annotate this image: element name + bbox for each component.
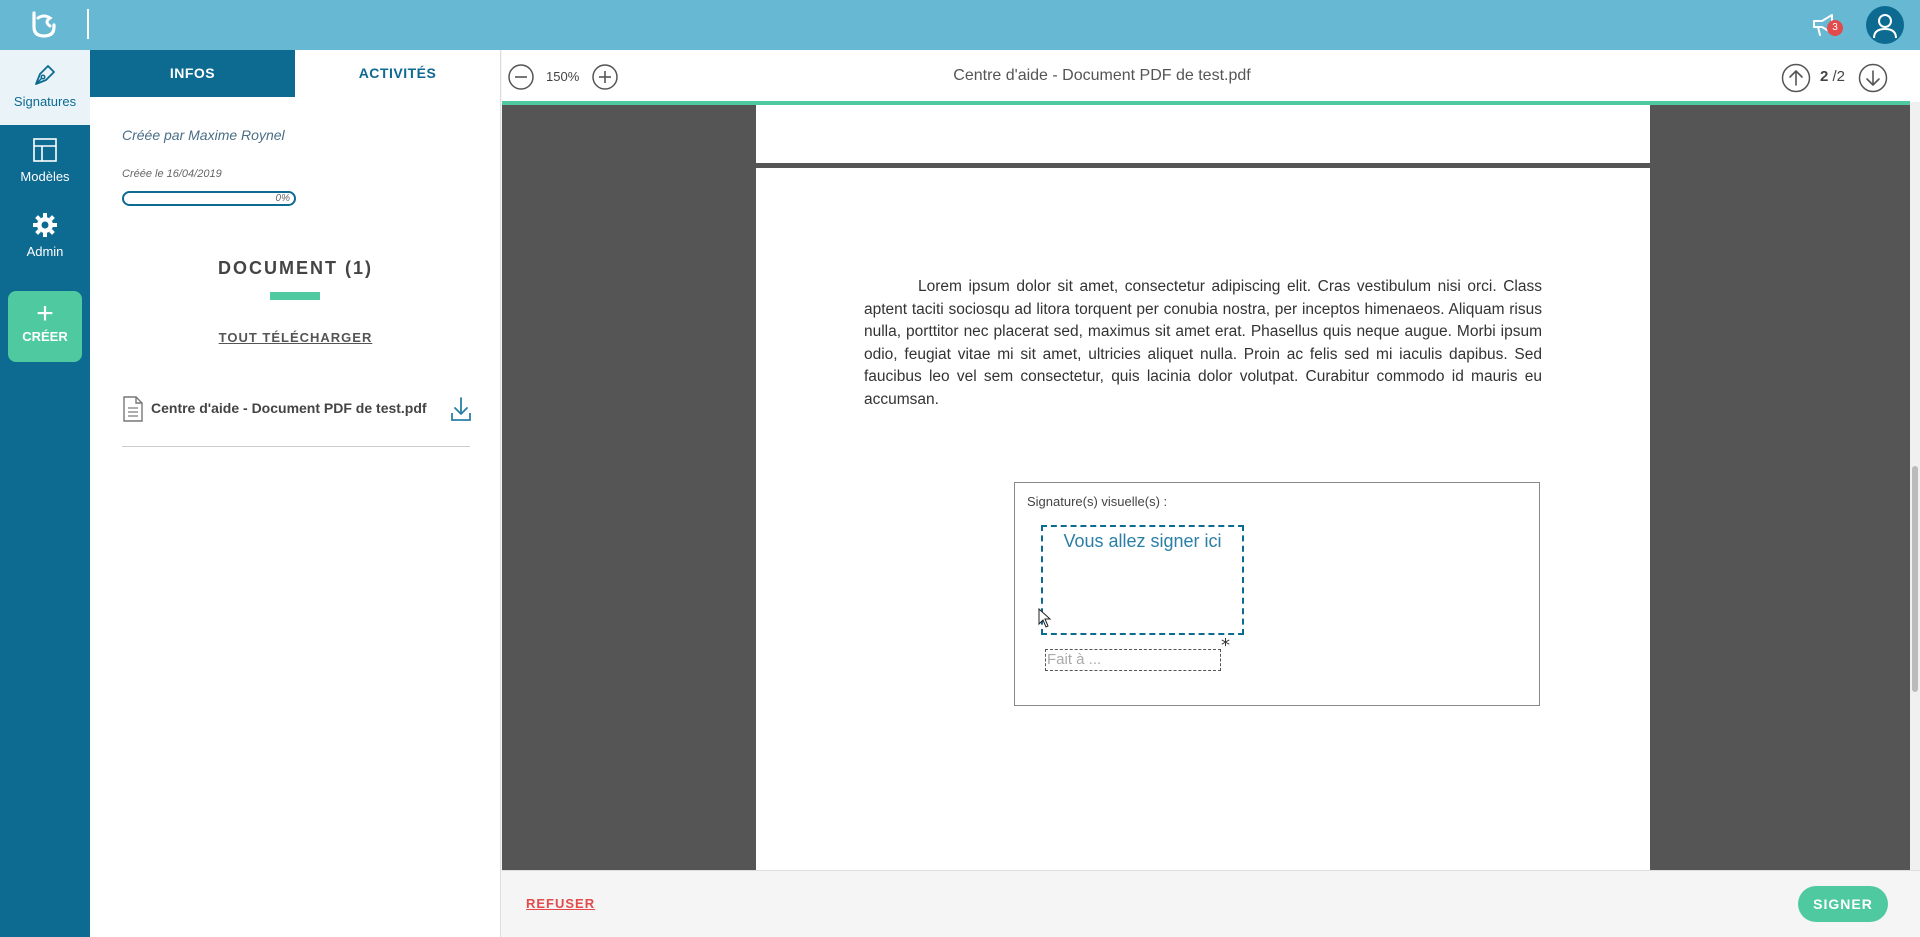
create-label: CRÉER (22, 329, 68, 344)
file-list-item[interactable]: Centre d'aide - Document PDF de test.pdf (122, 395, 472, 447)
top-bar: 3 (0, 0, 1920, 50)
notification-badge: 3 (1827, 20, 1843, 36)
zoom-out-icon[interactable] (508, 64, 534, 90)
nav-item-admin[interactable]: Admin (0, 200, 90, 275)
heading-accent-bar (270, 292, 320, 300)
file-name[interactable]: Centre d'aide - Document PDF de test.pdf (151, 400, 427, 416)
info-panel: INFOS ACTIVITÉS Créée par Maxime Roynel … (90, 50, 501, 937)
scrollbar-thumb[interactable] (1912, 466, 1918, 692)
left-navigation: Signatures Modèles Admin + CRÉER (0, 50, 90, 937)
created-by-text: Créée par Maxime Roynel (122, 127, 285, 143)
tab-infos[interactable]: INFOS (90, 50, 295, 97)
document-canvas[interactable]: Lorem ipsum dolor sit amet, consectetur … (502, 105, 1910, 870)
zoom-level: 150% (546, 69, 580, 84)
progress-bar: 0% (122, 191, 296, 206)
document-title: Centre d'aide - Document PDF de test.pdf (953, 67, 1251, 84)
viewer-scrollbar[interactable] (1910, 102, 1920, 870)
pdf-page: Lorem ipsum dolor sit amet, consectetur … (756, 168, 1650, 870)
signature-box: Signature(s) visuelle(s) : Vous allez si… (1014, 482, 1540, 706)
signature-zone-text: Vous allez signer ici (1063, 531, 1222, 551)
panel-tabs: INFOS ACTIVITÉS (90, 50, 501, 97)
layout-icon (33, 138, 57, 162)
previous-page (756, 105, 1650, 163)
mouse-cursor-icon (1038, 608, 1052, 628)
pen-icon (35, 65, 55, 85)
viewer-toolbar: 150% Centre d'aide - Document PDF de tes… (502, 50, 1920, 102)
page-indicator: 2 /2 (1820, 68, 1845, 85)
arrow-up-icon[interactable] (1781, 63, 1811, 93)
app-logo[interactable] (28, 9, 60, 41)
user-avatar-icon[interactable] (1866, 6, 1904, 44)
sign-button[interactable]: SIGNER (1798, 886, 1888, 922)
required-marker: * (1221, 635, 1230, 656)
nav-item-modeles[interactable]: Modèles (0, 125, 90, 200)
plus-icon: + (36, 297, 54, 330)
document-body-text: Lorem ipsum dolor sit amet, consectetur … (864, 278, 1542, 408)
action-footer: REFUSER SIGNER (502, 870, 1920, 937)
document-heading: DOCUMENT (1) (218, 258, 373, 278)
gear-icon (33, 213, 57, 237)
create-button[interactable]: + CRÉER (8, 291, 82, 362)
download-icon[interactable] (450, 395, 472, 423)
nav-item-signatures[interactable]: Signatures (0, 50, 90, 125)
created-date-text: Créée le 16/04/2019 (122, 168, 222, 180)
refuse-button[interactable]: REFUSER (526, 896, 595, 911)
total-pages: /2 (1832, 68, 1846, 85)
nav-label-modeles: Modèles (20, 169, 70, 184)
tab-activites[interactable]: ACTIVITÉS (295, 50, 500, 97)
signature-label: Signature(s) visuelle(s) : (1027, 494, 1168, 509)
progress-text: 0% (275, 193, 290, 204)
download-all-link[interactable]: TOUT TÉLÉCHARGER (219, 330, 373, 345)
place-input[interactable]: Fait à ... (1045, 649, 1221, 671)
nav-label-admin: Admin (26, 244, 64, 259)
logo-separator (87, 9, 89, 39)
document-icon (123, 396, 143, 422)
signature-zone[interactable]: Vous allez signer ici (1041, 525, 1244, 635)
arrow-down-icon[interactable] (1858, 63, 1888, 93)
zoom-in-icon[interactable] (592, 64, 618, 90)
nav-label-signatures: Signatures (13, 94, 77, 109)
current-page: 2 (1820, 68, 1829, 85)
